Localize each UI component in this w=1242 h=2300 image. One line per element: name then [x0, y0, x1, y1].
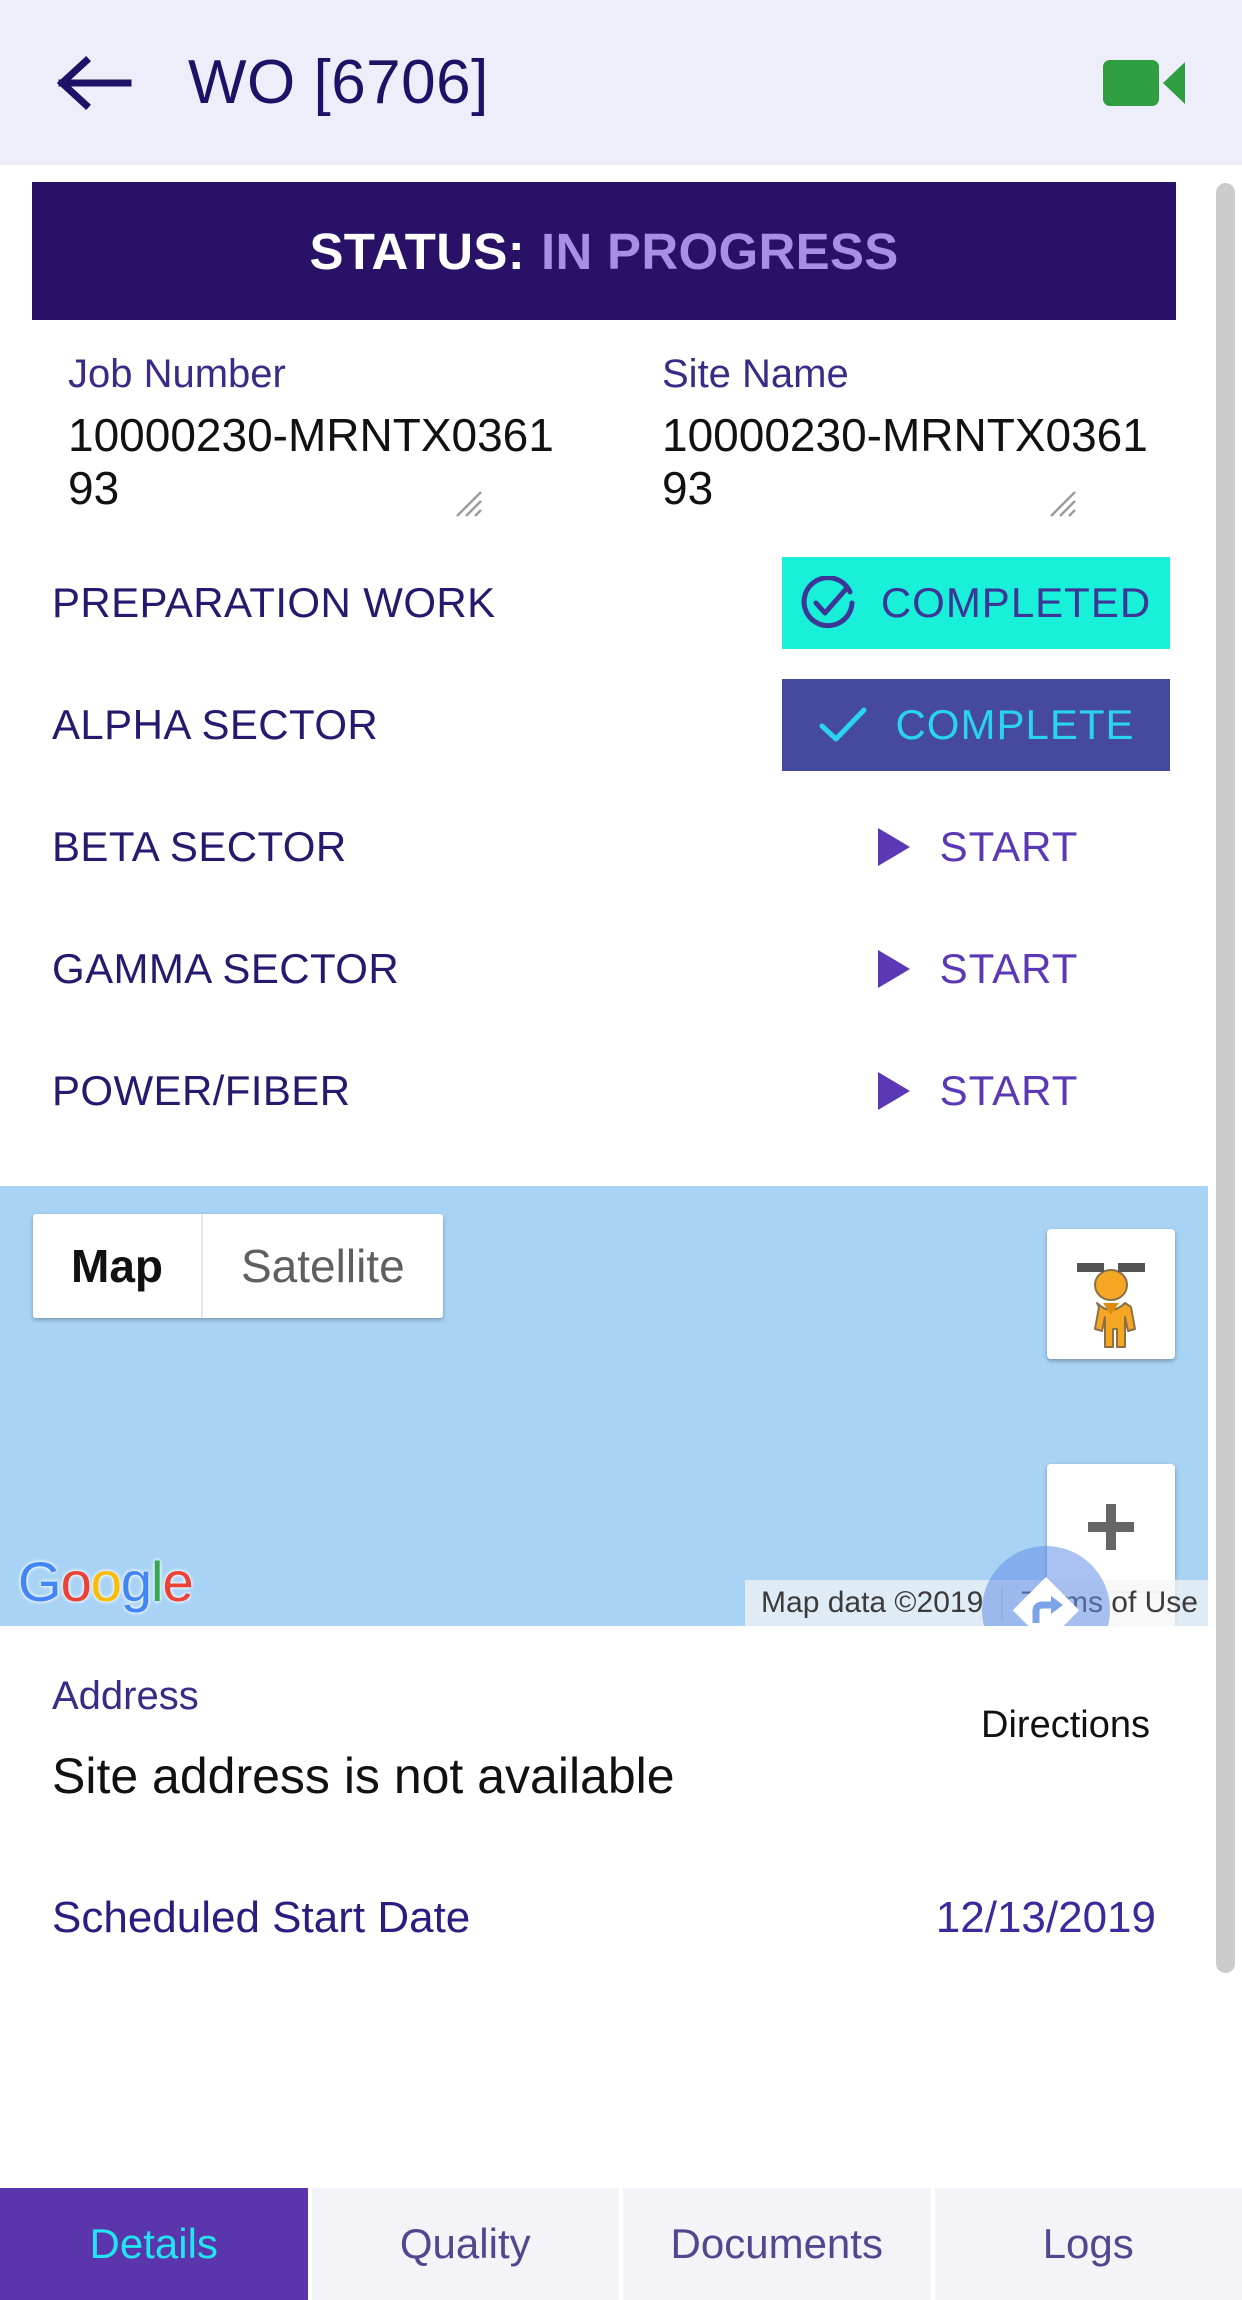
- scroll-body: STATUS: IN PROGRESS Job Number 10000230-…: [0, 165, 1242, 2188]
- bottom-tab-bar: Details Quality Documents Logs: [0, 2188, 1242, 2300]
- info-fields: Job Number 10000230-MRNTX036193 Site Nam…: [0, 320, 1208, 524]
- map-attribution: Map data ©2019 Terms of Use: [745, 1579, 1208, 1626]
- site-name-value[interactable]: 10000230-MRNTX036193: [662, 409, 1162, 516]
- tab-logs[interactable]: Logs: [934, 2188, 1242, 2300]
- scroll-content: STATUS: IN PROGRESS Job Number 10000230-…: [0, 165, 1208, 1943]
- play-icon: [874, 947, 914, 991]
- preparation-work-completed-button[interactable]: COMPLETED: [782, 556, 1170, 649]
- power-fiber-start-button[interactable]: START: [782, 1045, 1170, 1137]
- alpha-sector-complete-button[interactable]: COMPLETE: [782, 678, 1170, 771]
- task-label-alpha-sector: ALPHA SECTOR: [52, 700, 379, 748]
- google-logo-letter: e: [162, 1549, 193, 1613]
- google-logo-letter: o: [60, 1549, 92, 1613]
- tab-documents[interactable]: Documents: [623, 2188, 931, 2300]
- power-fiber-button-label: START: [939, 1066, 1079, 1114]
- site-name-label: Site Name: [662, 352, 849, 396]
- tab-quality[interactable]: Quality: [311, 2188, 619, 2300]
- task-row: BETA SECTOR START: [0, 786, 1208, 908]
- beta-sector-button-label: START: [939, 822, 1079, 870]
- directions-label: Directions: [981, 1703, 1150, 1746]
- alpha-sector-button-label: COMPLETE: [895, 700, 1135, 748]
- map-type-satellite-button[interactable]: Satellite: [203, 1213, 443, 1318]
- preparation-work-button-label: COMPLETED: [880, 578, 1152, 626]
- scrollbar-thumb[interactable]: [1216, 183, 1235, 1973]
- details-section: Directions Address Site address is not a…: [0, 1625, 1208, 1943]
- map-data-attribution: Map data ©2019: [761, 1585, 984, 1619]
- vertical-scrollbar[interactable]: [1208, 165, 1242, 2188]
- pegman-dashes: [1047, 1262, 1175, 1272]
- scheduled-start-date-value[interactable]: 12/13/2019: [936, 1893, 1156, 1943]
- app-header: WO [6706]: [0, 0, 1242, 165]
- task-label-preparation-work: PREPARATION WORK: [52, 578, 496, 626]
- task-list: PREPARATION WORK COMPLETED ALPHA SECTOR …: [0, 524, 1208, 1186]
- beta-sector-start-button[interactable]: START: [782, 801, 1170, 893]
- map-view[interactable]: Map Satellite Google Map data ©2019 Term…: [0, 1185, 1208, 1626]
- task-row: PREPARATION WORK COMPLETED: [0, 542, 1208, 664]
- street-view-pegman-icon[interactable]: [1047, 1228, 1175, 1359]
- google-logo-letter: l: [151, 1549, 163, 1613]
- gamma-sector-button-label: START: [939, 944, 1079, 992]
- address-value: Site address is not available: [52, 1747, 675, 1804]
- job-number-field: Job Number 10000230-MRNTX036193: [0, 352, 604, 518]
- task-row: ALPHA SECTOR COMPLETE: [0, 664, 1208, 786]
- task-row: POWER/FIBER START: [0, 1030, 1208, 1152]
- back-arrow-icon[interactable]: [50, 38, 140, 128]
- task-label-power-fiber: POWER/FIBER: [52, 1066, 351, 1114]
- google-logo-letter: g: [120, 1549, 152, 1613]
- map-type-map-button[interactable]: Map: [33, 1213, 201, 1318]
- status-badge: STATUS: IN PROGRESS: [32, 182, 1176, 320]
- task-row: GAMMA SECTOR START: [0, 908, 1208, 1030]
- task-label-gamma-sector: GAMMA SECTOR: [52, 944, 400, 992]
- job-number-value[interactable]: 10000230-MRNTX036193: [68, 409, 568, 516]
- google-logo-letter: G: [18, 1549, 62, 1613]
- gamma-sector-start-button[interactable]: START: [782, 923, 1170, 1015]
- job-number-label: Job Number: [68, 352, 286, 396]
- tab-details[interactable]: Details: [0, 2188, 308, 2300]
- status-value: IN PROGRESS: [540, 222, 899, 280]
- work-order-detail-screen: WO [6706] STATUS: IN PROGRESS Job Number…: [0, 0, 1242, 2300]
- scheduled-start-date-row: Scheduled Start Date 12/13/2019: [0, 1805, 1208, 1943]
- google-logo: Google: [18, 1549, 194, 1614]
- resize-grip-icon[interactable]: [453, 488, 483, 518]
- check-icon: [817, 703, 869, 747]
- status-label: STATUS:: [309, 222, 525, 280]
- map-type-toggle: Map Satellite: [33, 1213, 443, 1318]
- resize-grip-icon[interactable]: [1047, 488, 1077, 518]
- scheduled-start-date-label: Scheduled Start Date: [52, 1892, 471, 1942]
- task-label-beta-sector: BETA SECTOR: [52, 822, 347, 870]
- play-icon: [874, 825, 914, 869]
- google-logo-letter: o: [90, 1549, 122, 1613]
- site-name-field: Site Name 10000230-MRNTX036193: [604, 352, 1208, 518]
- video-camera-icon[interactable]: [1101, 48, 1187, 118]
- check-circle-icon: [801, 575, 855, 630]
- page-title: WO [6706]: [188, 48, 489, 117]
- play-icon: [874, 1069, 914, 1113]
